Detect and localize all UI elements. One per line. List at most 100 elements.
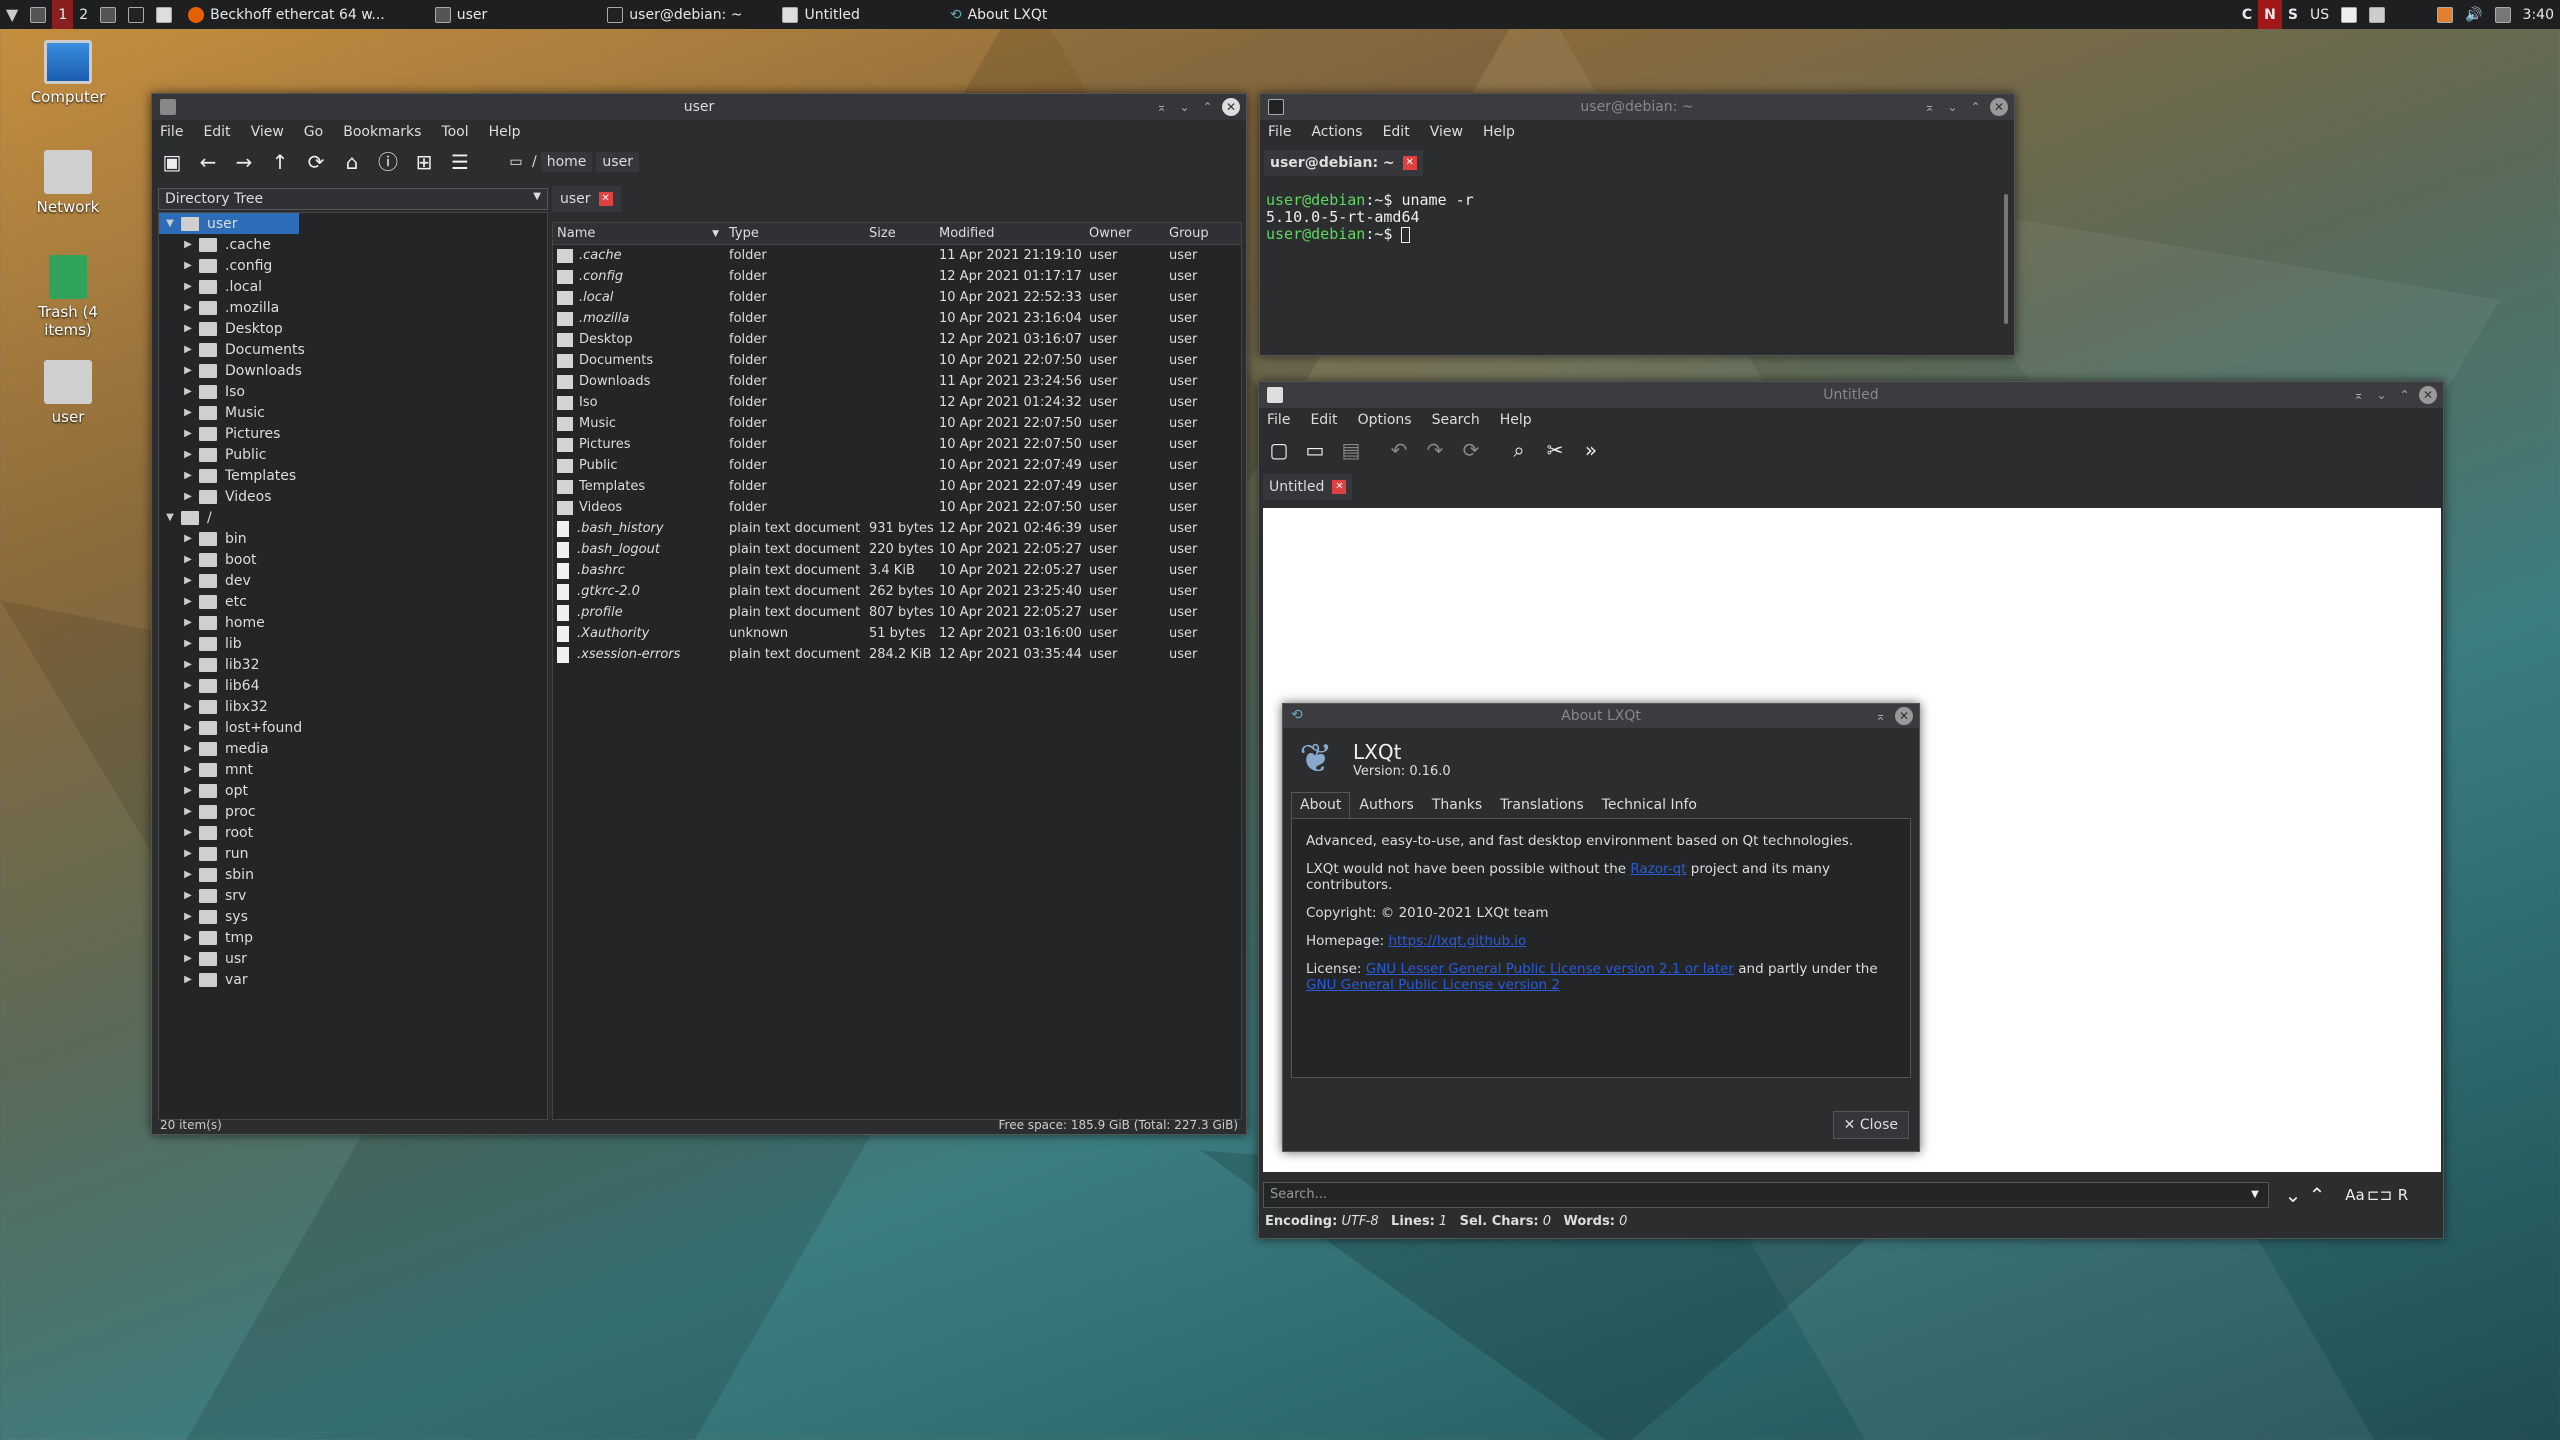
file-row[interactable]: Templates folder 10 Apr 2021 22:07:49 user u… [553, 476, 1241, 497]
collapsed-arrow-icon[interactable]: ▶ [181, 281, 195, 292]
tree-item[interactable]: ▶ .config [159, 255, 547, 276]
tree-item[interactable]: ▶ etc [159, 591, 547, 612]
razor-qt-link[interactable]: Razor-qt [1630, 861, 1686, 877]
tree-item[interactable]: ▶ Documents [159, 339, 547, 360]
tab-about[interactable]: About [1291, 792, 1351, 818]
collapsed-arrow-icon[interactable]: ▶ [181, 848, 195, 859]
terminal-scrollbar[interactable] [2004, 194, 2008, 324]
collapsed-arrow-icon[interactable]: ▶ [181, 323, 195, 334]
tree-item[interactable]: ▶ root [159, 822, 547, 843]
drive-icon[interactable]: ▭ [504, 150, 528, 174]
collapsed-arrow-icon[interactable]: ▶ [181, 974, 195, 985]
path-home[interactable]: home [540, 152, 593, 172]
tab-close-icon[interactable]: ✕ [1332, 480, 1347, 494]
terminal-titlebar[interactable]: user@debian: ~ ⌅ ⌄ ⌃ ✕ [1260, 94, 2014, 120]
path-user[interactable]: user [596, 152, 639, 172]
tree-item[interactable]: ▶ .cache [159, 234, 547, 255]
up-icon[interactable]: ↑ [268, 150, 292, 174]
keep-above-icon[interactable]: ⌅ [2350, 387, 2367, 404]
collapsed-arrow-icon[interactable]: ▶ [181, 785, 195, 796]
keep-above-icon[interactable]: ⌅ [1921, 99, 1938, 116]
tree-item[interactable]: ▼ / [159, 507, 547, 528]
close-icon[interactable]: ✕ [1895, 707, 1913, 725]
file-row[interactable]: Iso folder 12 Apr 2021 01:24:32 user user [553, 392, 1241, 413]
col-group[interactable]: Group [1165, 226, 1235, 241]
collapsed-arrow-icon[interactable]: ▶ [181, 428, 195, 439]
tree-item[interactable]: ▶ Templates [159, 465, 547, 486]
col-type[interactable]: Type [725, 226, 865, 241]
collapsed-arrow-icon[interactable]: ▶ [181, 869, 195, 880]
close-button[interactable]: ✕ Close [1832, 1111, 1909, 1139]
minimize-icon[interactable]: ⌄ [1944, 99, 1961, 116]
collapsed-arrow-icon[interactable]: ▶ [181, 407, 195, 418]
update-icon[interactable] [2431, 0, 2459, 29]
editor-titlebar[interactable]: Untitled ⌅ ⌄ ⌃ ✕ [1259, 382, 2443, 408]
collapsed-arrow-icon[interactable]: ▶ [181, 701, 195, 712]
collapsed-arrow-icon[interactable]: ▶ [181, 344, 195, 355]
menu-tool[interactable]: Tool [441, 124, 468, 140]
close-icon[interactable]: ✕ [2419, 386, 2437, 404]
quicklaunch-editor[interactable] [150, 0, 178, 29]
tree-item[interactable]: ▶ sys [159, 906, 547, 927]
side-pane-selector[interactable]: Directory Tree ▼ [158, 188, 548, 210]
tab-thanks[interactable]: Thanks [1423, 792, 1491, 818]
collapsed-arrow-icon[interactable]: ▶ [181, 932, 195, 943]
menu-file[interactable]: File [160, 124, 183, 140]
file-row[interactable]: .mozilla folder 10 Apr 2021 23:16:04 user us… [553, 308, 1241, 329]
terminal-output[interactable]: user@debian:~$ uname -r 5.10.0-5-rt-amd6… [1264, 188, 2010, 348]
menu-go[interactable]: Go [304, 124, 323, 140]
home-icon[interactable]: ⌂ [340, 150, 364, 174]
menu-edit[interactable]: Edit [1310, 412, 1337, 428]
save-icon[interactable]: ▤ [1339, 438, 1363, 462]
collapsed-arrow-icon[interactable]: ▶ [181, 554, 195, 565]
new-tab-icon[interactable]: ▣ [160, 150, 184, 174]
col-owner[interactable]: Owner [1085, 226, 1165, 241]
gpl-link[interactable]: GNU General Public License version 2 [1306, 977, 1560, 993]
file-row[interactable]: .xsession-errors plain text document 284.2… [553, 644, 1241, 665]
keep-above-icon[interactable]: ⌅ [1153, 99, 1170, 116]
collapsed-arrow-icon[interactable]: ▶ [181, 911, 195, 922]
tree-item[interactable]: ▶ media [159, 738, 547, 759]
tree-item[interactable]: ▶ boot [159, 549, 547, 570]
forward-icon[interactable]: → [232, 150, 256, 174]
collapsed-arrow-icon[interactable]: ▶ [181, 491, 195, 502]
menu-options[interactable]: Options [1358, 412, 1412, 428]
task-about[interactable]: ⟲ About LXQt [940, 0, 1057, 29]
maximize-icon[interactable]: ⌃ [1199, 99, 1216, 116]
whole-word-icon[interactable]: ⊏⊐ [2367, 1183, 2392, 1207]
tree-item[interactable]: ▶ Public [159, 444, 547, 465]
editor-tab[interactable]: Untitled ✕ [1263, 474, 1353, 500]
tab-authors[interactable]: Authors [1350, 792, 1422, 818]
tree-item[interactable]: ▶ mnt [159, 759, 547, 780]
main-menu-button[interactable]: ▼ [0, 0, 24, 29]
tree-item[interactable]: ▶ Desktop [159, 318, 547, 339]
file-row[interactable]: .profile plain text document 807 bytes 10 A… [553, 602, 1241, 623]
menu-file[interactable]: File [1267, 412, 1290, 428]
tray-indicator-n[interactable]: N [2258, 0, 2282, 29]
info-icon[interactable]: ⓘ [376, 150, 400, 174]
collapsed-arrow-icon[interactable]: ▶ [181, 302, 195, 313]
collapsed-arrow-icon[interactable]: ▶ [181, 533, 195, 544]
file-row[interactable]: Downloads folder 11 Apr 2021 23:24:56 user u… [553, 371, 1241, 392]
collapsed-arrow-icon[interactable]: ▶ [181, 680, 195, 691]
file-row[interactable]: .Xauthority unknown 51 bytes 12 Apr 2021 03… [553, 623, 1241, 644]
tab-close-icon[interactable]: ✕ [1402, 156, 1417, 170]
desktop-1-button[interactable]: 1 [52, 0, 74, 29]
close-icon[interactable]: ✕ [1990, 98, 2008, 116]
menu-edit[interactable]: Edit [203, 124, 230, 140]
tree-item[interactable]: ▼ user [159, 213, 299, 234]
keyboard-layout[interactable]: US [2304, 0, 2335, 29]
find-previous-icon[interactable]: ⌃ [2305, 1183, 2329, 1207]
quicklaunch-files[interactable] [94, 0, 122, 29]
tree-item[interactable]: ▶ dev [159, 570, 547, 591]
volume-icon[interactable]: 🔊 [2459, 0, 2488, 29]
clock[interactable]: 3:40 [2517, 0, 2560, 29]
tree-item[interactable]: ▶ lib32 [159, 654, 547, 675]
path-root[interactable]: / [532, 154, 537, 170]
tree-item[interactable]: ▶ lost+found [159, 717, 547, 738]
tree-item[interactable]: ▶ Videos [159, 486, 547, 507]
file-row[interactable]: .bash_logout plain text document 220 bytes… [553, 539, 1241, 560]
tree-item[interactable]: ▶ tmp [159, 927, 547, 948]
task-file-manager[interactable]: user [425, 0, 498, 29]
reload-icon[interactable]: ⟳ [1459, 438, 1483, 462]
